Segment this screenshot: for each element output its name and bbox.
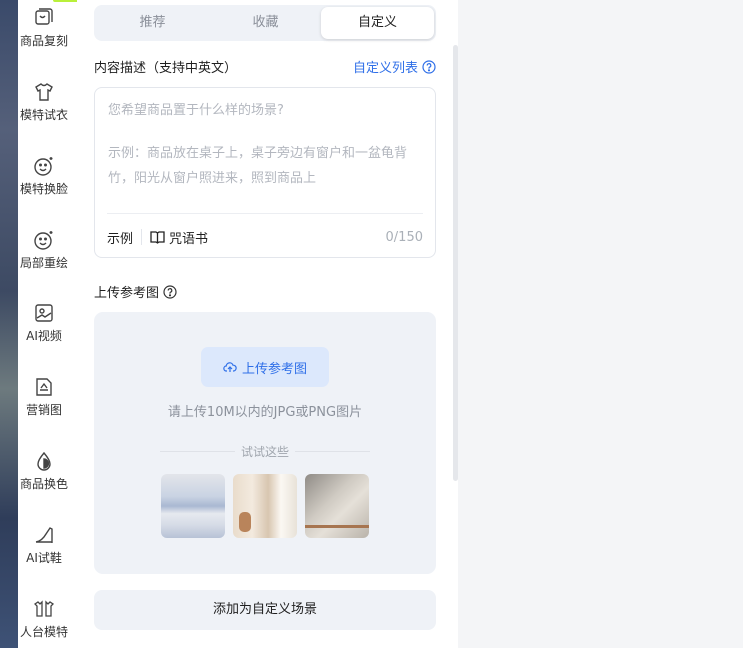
background-image [0,0,18,648]
help-icon[interactable] [163,284,177,299]
sidebar-item-ai-video[interactable]: AI视频 [18,302,70,344]
face-icon [34,157,53,176]
upload-dropzone[interactable]: 上传参考图 请上传10M以内的JPG或PNG图片 试试这些 [94,312,436,574]
mannequin-icon [33,600,55,617]
sidebar-item-recolor[interactable]: 商品换色 [18,450,70,492]
sidebar-item-face-swap[interactable]: 模特换脸 [18,155,70,197]
high-heel-icon [35,527,53,543]
divider [141,229,143,245]
help-icon [422,59,436,74]
face-sparkle-icon [34,231,53,250]
custom-list-link[interactable]: 自定义列表 [353,57,436,76]
tshirt-icon [35,83,53,101]
scene-tabs: 推荐 收藏 自定义 [94,5,436,41]
divider [107,213,423,214]
sample-image-mountain-podium[interactable] [161,474,225,538]
scene-panel: 推荐 收藏 自定义 内容描述（支持中英文） 自定义列表 您希望商品置于什么样的场… [77,0,458,648]
example-button[interactable]: 示例 [107,228,133,247]
video-image-icon [35,304,53,322]
sidebar-item-inpaint[interactable]: 局部重绘 [18,229,70,271]
panel-scrollbar[interactable] [453,45,458,481]
sidebar-item-shoe-tryon[interactable]: AI试鞋 [18,524,70,566]
sidebar-item-mannequin[interactable]: 人台模特 [18,598,70,640]
sample-image-window-plant[interactable] [233,474,297,538]
try-these-divider: 试试这些 [160,443,371,460]
cloud-upload-icon [223,362,237,372]
description-textarea[interactable]: 您希望商品置于什么样的场景? 示例：商品放在桌子上，桌子旁边有窗户和一盆龟背竹，… [94,87,436,258]
char-count: 0/150 [385,229,423,245]
sidebar: 商品复刻 模特试衣 模特换脸 局部重绘 AI视频 营销图 商品换色 AI试鞋 人… [18,0,94,648]
upload-hint: 请上传10M以内的JPG或PNG图片 [167,405,363,420]
color-drop-icon [37,451,51,471]
book-icon [150,231,165,244]
sidebar-item-marketing[interactable]: 营销图 [18,376,70,418]
tab-favorites[interactable]: 收藏 [209,7,322,39]
poster-icon [36,378,52,396]
tab-custom[interactable]: 自定义 [321,7,434,39]
description-label: 内容描述（支持中英文） [94,61,238,76]
upload-reference-button[interactable]: 上传参考图 [201,347,329,387]
sidebar-item-product-copy[interactable]: 商品复刻 [18,7,70,49]
add-custom-scene-button[interactable]: 添加为自定义场景 [94,590,436,630]
sample-image-shelf-vase[interactable] [305,474,369,538]
upload-label: 上传参考图 [94,282,177,301]
sidebar-item-model-tryon[interactable]: 模特试衣 [18,81,70,123]
copy-box-icon [35,8,53,25]
tab-recommended[interactable]: 推荐 [96,7,209,39]
spellbook-button[interactable]: 咒语书 [150,228,208,247]
